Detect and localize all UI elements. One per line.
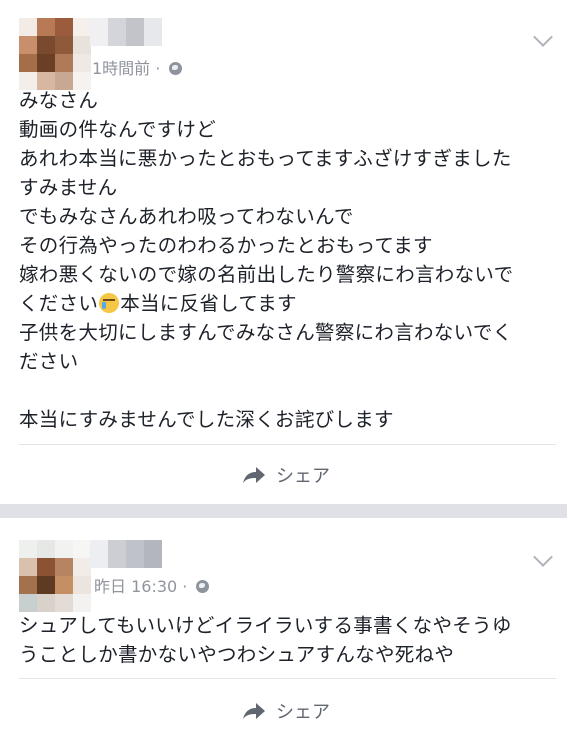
author-name[interactable]	[90, 540, 162, 568]
text-line: 本当にすみませんでした深くお詫びします	[19, 408, 394, 431]
text-line: でもみなさんあれわ吸ってわないんで	[19, 205, 354, 228]
post-card: 1時間前 · みなさん 動画の件なんですけど あれわ本当に悪かったとおもってます…	[0, 0, 567, 504]
chevron-down-icon[interactable]	[533, 27, 553, 47]
text-line: あれわ本当に悪かったとおもってますふざけすぎました	[19, 147, 512, 170]
post-text: シュアしてもいいけどイライラいする事書くなやそうゆ うことしか書かないやつわシュ…	[19, 611, 555, 669]
text-line: その行為やったのわわるかったとおもってます	[19, 234, 433, 257]
share-button[interactable]: シェア	[242, 462, 330, 488]
timestamp[interactable]: 1時間前	[92, 59, 150, 78]
text-line: ださい	[19, 350, 79, 373]
text-segment: ください	[19, 292, 99, 315]
globe-icon	[169, 62, 183, 75]
share-button[interactable]: シェア	[242, 698, 330, 724]
divider	[19, 444, 556, 445]
avatar[interactable]	[19, 540, 91, 612]
post-text: みなさん 動画の件なんですけど あれわ本当に悪かったとおもってますふざけすぎまし…	[19, 86, 555, 434]
text-line: ください 本当に反省してます	[19, 289, 555, 318]
text-line: みなさん	[19, 89, 99, 112]
post-meta: 昨日 16:30 ·	[94, 573, 210, 597]
share-label: シェア	[276, 702, 330, 723]
share-arrow-icon	[243, 467, 265, 483]
avatar[interactable]	[19, 18, 91, 90]
text-line: すみません	[19, 176, 118, 199]
text-line: 動画の件なんですけど	[19, 118, 217, 141]
author-name[interactable]	[90, 18, 162, 46]
timestamp[interactable]: 昨日 16:30	[94, 577, 177, 596]
crying-face-emoji	[99, 293, 120, 313]
text-line: 子供を大切にしますんでみなさん警察にわ言わないでく	[19, 321, 513, 344]
text-line: 嫁わ悪くないので嫁の名前出したり警察にわ言わないで	[19, 263, 514, 286]
chevron-down-icon[interactable]	[533, 547, 553, 567]
share-label: シェア	[276, 466, 330, 487]
text-line: シュアしてもいいけどイライラいする事書くなやそうゆ	[19, 614, 512, 637]
globe-icon	[196, 580, 210, 593]
divider	[19, 678, 556, 679]
share-arrow-icon	[243, 703, 265, 719]
post-card: 昨日 16:30 · シュアしてもいいけどイライラいする事書くなやそうゆ うこと…	[0, 518, 567, 737]
text-segment: 本当に反省してます	[120, 292, 297, 315]
text-line: うことしか書かないやつわシュアすんなや死ねや	[19, 643, 455, 666]
post-meta: 1時間前 ·	[92, 55, 183, 79]
